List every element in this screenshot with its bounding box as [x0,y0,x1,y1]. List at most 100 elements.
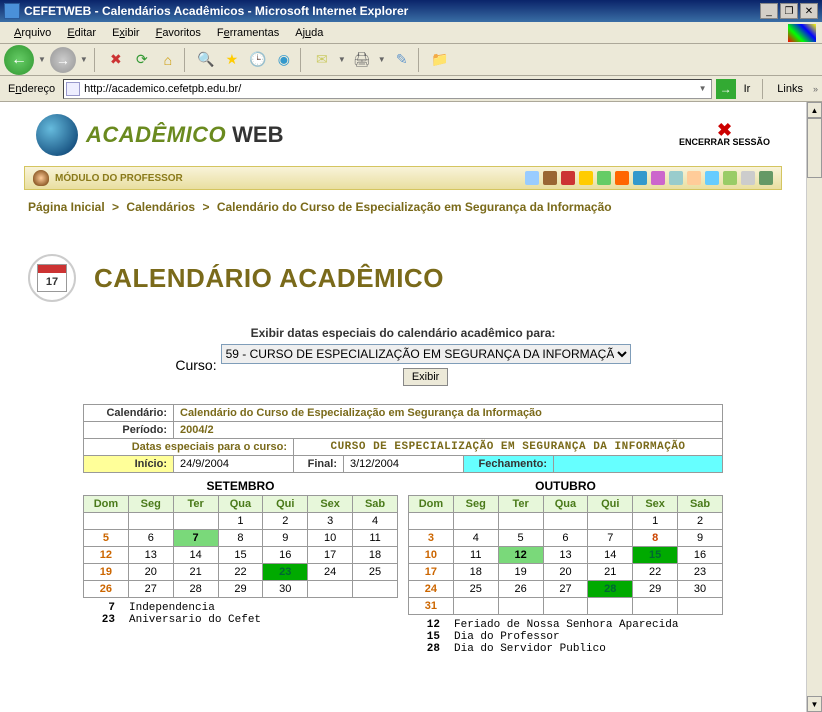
cal-label: Calendário: [84,405,174,422]
links-button[interactable]: Links [771,83,809,95]
favorites-button[interactable]: ★ [220,48,244,72]
media-button[interactable]: ◉ [272,48,296,72]
windows-flag-icon [788,24,816,42]
spec-label: Datas especiais para o curso: [84,439,294,456]
forward-dropdown[interactable]: ▼ [78,55,90,64]
tool-icon-10[interactable] [687,171,701,185]
calendar-icon: 17 [28,254,76,302]
month-grid-oct: Dom Seg Ter Qua Qui Sex Sab 12 3456789 1… [408,495,723,615]
crumb-calendars[interactable]: Calendários [126,200,195,214]
window-title: CEFETWEB - Calendários Acadêmicos - Micr… [24,4,758,18]
scroll-up-button[interactable]: ▲ [807,102,822,118]
address-label: Endereço [4,83,59,95]
menu-editar[interactable]: Editar [59,25,104,41]
tool-icon-14[interactable] [759,171,773,185]
scroll-down-button[interactable]: ▼ [807,696,822,712]
url-dropdown[interactable]: ▼ [697,84,709,93]
home-button[interactable]: ⌂ [156,48,180,72]
fech-value [554,456,723,473]
per-value: 2004/2 [174,422,723,439]
tool-icon-2[interactable] [543,171,557,185]
page-title: CALENDÁRIO ACADÊMICO [94,263,444,294]
month-name-oct: OUTUBRO [408,477,723,495]
history-button[interactable]: 🕒 [246,48,270,72]
curso-select[interactable]: 59 - CURSO DE ESPECIALIZAÇÃO EM SEGURANÇ… [221,344,631,364]
exibir-button[interactable]: Exibir [403,368,449,386]
links-chevron[interactable]: » [813,84,818,94]
final-value: 3/12/2004 [344,456,464,473]
address-bar: Endereço ▼ → Ir Links » [0,76,822,102]
menu-ajuda[interactable]: Ajuda [287,25,331,41]
inicio-label: Início: [84,456,174,473]
menu-ferramentas[interactable]: Ferramentas [209,25,287,41]
print-button[interactable]: 🖨 [350,48,374,72]
month-name-sep: SETEMBRO [83,477,398,495]
logout-label: ENCERRAR SESSÃO [679,137,770,147]
module-toolbar [525,171,773,185]
month-grid-sep: Dom Seg Ter Qua Qui Sex Sab 1234 5678910… [83,495,398,598]
close-icon: ✖ [679,123,770,137]
forward-button[interactable]: → [50,47,76,73]
close-button[interactable]: ✕ [800,3,818,19]
calendar-info-table: Calendário: Calendário do Curso de Espec… [83,404,723,473]
brand-logo[interactable]: ACADÊMICO WEB [36,114,679,156]
tool-icon-13[interactable] [741,171,755,185]
tool-icon-8[interactable] [651,171,665,185]
page-icon [66,82,80,96]
window-titlebar: CEFETWEB - Calendários Acadêmicos - Micr… [0,0,822,22]
menubar: Arquivo Editar Exibir Favoritos Ferramen… [0,22,822,44]
events-oct: 12Feriado de Nossa Senhora Aparecida 15D… [408,619,723,655]
tool-icon-7[interactable] [633,171,647,185]
tool-icon-3[interactable] [561,171,575,185]
tool-icon-5[interactable] [597,171,611,185]
scroll-thumb[interactable] [807,118,822,178]
back-button[interactable]: ← [4,45,34,75]
maximize-button[interactable]: ❐ [780,3,798,19]
crumb-current: Calendário do Curso de Especialização em… [217,200,612,214]
fech-label: Fechamento: [464,456,554,473]
filter-label: Exibir datas especiais do calendário aca… [24,326,782,340]
tool-icon-11[interactable] [705,171,719,185]
vertical-scrollbar[interactable]: ▲ ▼ [806,102,822,712]
refresh-button[interactable]: ⟳ [130,48,154,72]
go-button[interactable]: → [716,79,736,99]
inicio-value: 24/9/2004 [174,456,294,473]
edit-button[interactable]: ✎ [390,48,414,72]
brand-part2: WEB [232,122,283,148]
crumb-home[interactable]: Página Inicial [28,200,105,214]
url-input[interactable] [84,81,697,97]
page-viewport: ▲ ▼ ACADÊMICO WEB ✖ ENCERRAR SESSÃO MÓDU… [0,102,822,712]
module-bar: MÓDULO DO PROFESSOR [24,166,782,190]
breadcrumb: Página Inicial > Calendários > Calendári… [24,190,782,224]
menu-favoritos[interactable]: Favoritos [148,25,209,41]
tool-icon-4[interactable] [579,171,593,185]
module-label: MÓDULO DO PROFESSOR [55,173,525,184]
search-button[interactable]: 🔍 [194,48,218,72]
brand-part1: ACADÊMICO [86,122,226,148]
cal-value: Calendário do Curso de Especialização em… [174,405,723,422]
globe-icon [36,114,78,156]
mail-button[interactable]: ✉ [310,48,334,72]
tool-icon-6[interactable] [615,171,629,185]
ie-icon [4,3,20,19]
go-label: Ir [740,83,755,95]
url-field-wrap[interactable]: ▼ [63,79,711,99]
month-setembro: SETEMBRO Dom Seg Ter Qua Qui Sex Sab 123… [83,477,398,655]
print-dropdown[interactable]: ▼ [376,55,388,64]
stop-button[interactable]: ✖ [104,48,128,72]
tool-icon-1[interactable] [525,171,539,185]
mail-dropdown[interactable]: ▼ [336,55,348,64]
folder-button[interactable]: 📁 [428,48,452,72]
back-dropdown[interactable]: ▼ [36,55,48,64]
per-label: Período: [84,422,174,439]
tool-icon-9[interactable] [669,171,683,185]
tool-icon-12[interactable] [723,171,737,185]
menu-exibir[interactable]: Exibir [104,25,148,41]
menu-arquivo[interactable]: Arquivo [6,25,59,41]
spec-course: CURSO DE ESPECIALIZAÇÃO EM SEGURANÇA DA … [294,439,723,456]
logout-button[interactable]: ✖ ENCERRAR SESSÃO [679,123,770,147]
professor-icon [33,170,49,186]
toolbar: ←▼ →▼ ✖ ⟳ ⌂ 🔍 ★ 🕒 ◉ ✉▼ 🖨▼ ✎ 📁 [0,44,822,76]
filter-form: Exibir datas especiais do calendário aca… [24,326,782,386]
minimize-button[interactable]: _ [760,3,778,19]
